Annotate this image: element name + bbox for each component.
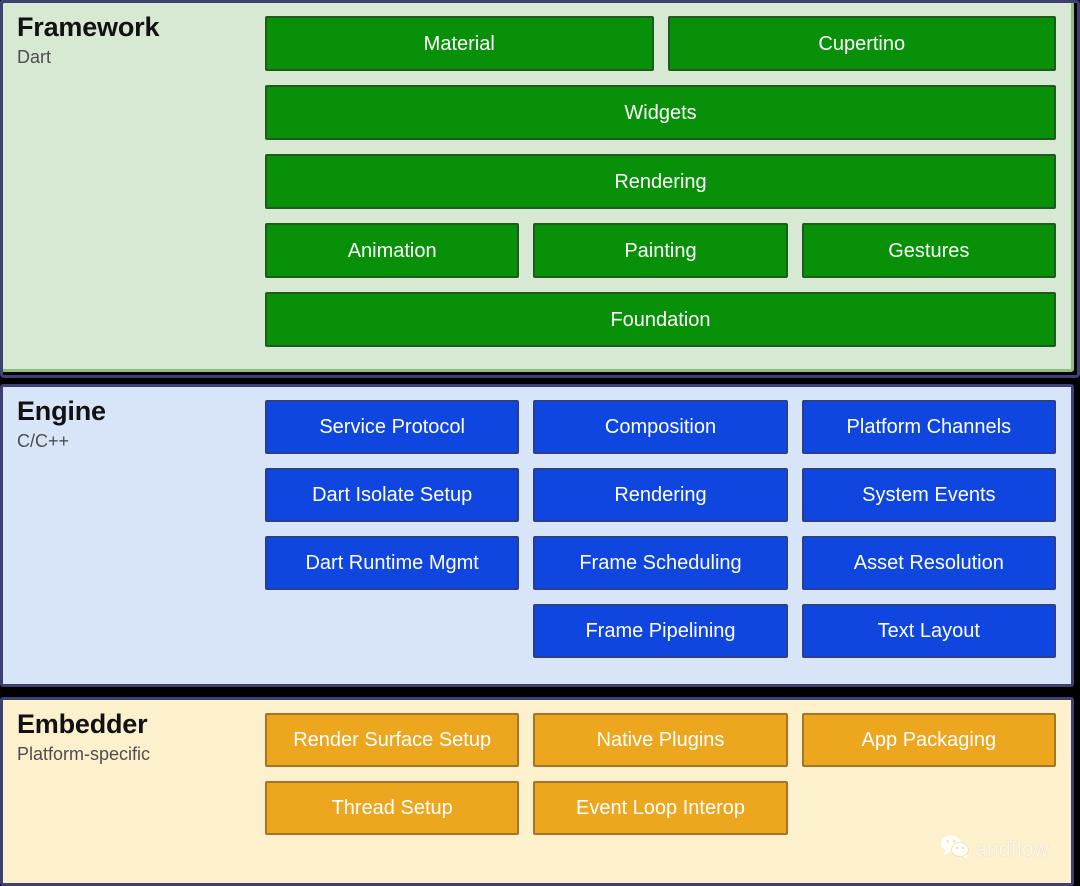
cell: Composition: [533, 400, 788, 454]
framework-row-2: Widgets: [265, 85, 1056, 140]
box-render-surface-setup[interactable]: Render Surface Setup: [265, 713, 520, 767]
embedder-row-2: Thread Setup Event Loop Interop: [265, 781, 1056, 835]
cell: Rendering: [265, 154, 1056, 209]
box-painting[interactable]: Painting: [533, 223, 788, 278]
watermark: andflow: [940, 834, 1049, 865]
embedder-row-1: Render Surface Setup Native Plugins App …: [265, 713, 1056, 767]
box-app-packaging[interactable]: App Packaging: [801, 713, 1056, 767]
cell: Dart Runtime Mgmt: [265, 536, 520, 590]
layer-embedder: Embedder Platform-specific Render Surfac…: [0, 697, 1074, 886]
wechat-icon: [940, 834, 970, 865]
layer-embedder-boxes: Render Surface Setup Native Plugins App …: [261, 700, 1071, 835]
cell: System Events: [801, 468, 1056, 522]
box-rendering-engine[interactable]: Rendering: [533, 468, 788, 522]
cell: Text Layout: [801, 604, 1056, 658]
layer-engine-title: Engine: [17, 396, 106, 426]
box-text-layout[interactable]: Text Layout: [801, 604, 1056, 658]
engine-row-3: Dart Runtime Mgmt Frame Scheduling Asset…: [265, 536, 1056, 590]
layer-embedder-header: Embedder Platform-specific: [3, 700, 261, 768]
layer-embedder-subtitle: Platform-specific: [17, 744, 151, 765]
cell-empty: [802, 781, 1056, 835]
box-system-events[interactable]: System Events: [801, 468, 1056, 522]
cell: Widgets: [265, 85, 1056, 140]
cell: Animation: [265, 223, 520, 278]
box-gestures[interactable]: Gestures: [801, 223, 1056, 278]
cell: Render Surface Setup: [265, 713, 520, 767]
box-dart-isolate-setup[interactable]: Dart Isolate Setup: [265, 468, 520, 522]
cell: Gestures: [801, 223, 1056, 278]
box-thread-setup[interactable]: Thread Setup: [265, 781, 520, 835]
cell: Foundation: [265, 292, 1056, 347]
box-composition[interactable]: Composition: [533, 400, 788, 454]
box-native-plugins[interactable]: Native Plugins: [533, 713, 788, 767]
cell: Service Protocol: [265, 400, 520, 454]
cell: Frame Pipelining: [533, 604, 788, 658]
cell: Asset Resolution: [801, 536, 1056, 590]
cell: Painting: [533, 223, 788, 278]
box-cupertino[interactable]: Cupertino: [667, 16, 1056, 71]
layer-engine: Engine C/C++ Service Protocol Compositio…: [0, 384, 1074, 687]
cell: Platform Channels: [801, 400, 1056, 454]
box-platform-channels[interactable]: Platform Channels: [801, 400, 1056, 454]
layer-engine-boxes: Service Protocol Composition Platform Ch…: [261, 387, 1071, 658]
framework-row-5: Foundation: [265, 292, 1056, 347]
cell: Cupertino: [667, 16, 1056, 71]
box-frame-scheduling[interactable]: Frame Scheduling: [533, 536, 788, 590]
box-widgets[interactable]: Widgets: [265, 85, 1056, 140]
layer-framework-boxes: Material Cupertino Widgets Rendering Ani…: [261, 3, 1071, 347]
box-foundation[interactable]: Foundation: [265, 292, 1056, 347]
cell: Dart Isolate Setup: [265, 468, 520, 522]
box-event-loop-interop[interactable]: Event Loop Interop: [533, 781, 788, 835]
cell: Native Plugins: [533, 713, 788, 767]
box-material[interactable]: Material: [265, 16, 654, 71]
box-asset-resolution[interactable]: Asset Resolution: [801, 536, 1056, 590]
layer-framework: Framework Dart Material Cupertino Widget…: [0, 0, 1080, 378]
framework-row-4: Animation Painting Gestures: [265, 223, 1056, 278]
box-dart-runtime-mgmt[interactable]: Dart Runtime Mgmt: [265, 536, 520, 590]
framework-row-3: Rendering: [265, 154, 1056, 209]
cell: Rendering: [533, 468, 788, 522]
cell: Thread Setup: [265, 781, 520, 835]
cell: App Packaging: [801, 713, 1056, 767]
cell-empty: [265, 604, 519, 658]
cell: Material: [265, 16, 654, 71]
engine-row-1: Service Protocol Composition Platform Ch…: [265, 400, 1056, 454]
layer-engine-subtitle: C/C++: [17, 431, 70, 452]
box-rendering-framework[interactable]: Rendering: [265, 154, 1056, 209]
layer-framework-title: Framework: [17, 12, 160, 42]
layer-engine-header: Engine C/C++: [3, 387, 261, 455]
layer-framework-subtitle: Dart: [17, 47, 52, 68]
layer-embedder-title: Embedder: [17, 709, 148, 739]
cell: Event Loop Interop: [533, 781, 788, 835]
cell: Frame Scheduling: [533, 536, 788, 590]
box-service-protocol[interactable]: Service Protocol: [265, 400, 520, 454]
engine-row-4: Frame Pipelining Text Layout: [265, 604, 1056, 658]
box-animation[interactable]: Animation: [265, 223, 520, 278]
engine-row-2: Dart Isolate Setup Rendering System Even…: [265, 468, 1056, 522]
layer-framework-header: Framework Dart: [3, 3, 261, 71]
framework-row-1: Material Cupertino: [265, 16, 1056, 71]
box-frame-pipelining[interactable]: Frame Pipelining: [533, 604, 788, 658]
watermark-label: andflow: [975, 837, 1049, 861]
flutter-architecture-diagram: Framework Dart Material Cupertino Widget…: [0, 0, 1080, 886]
